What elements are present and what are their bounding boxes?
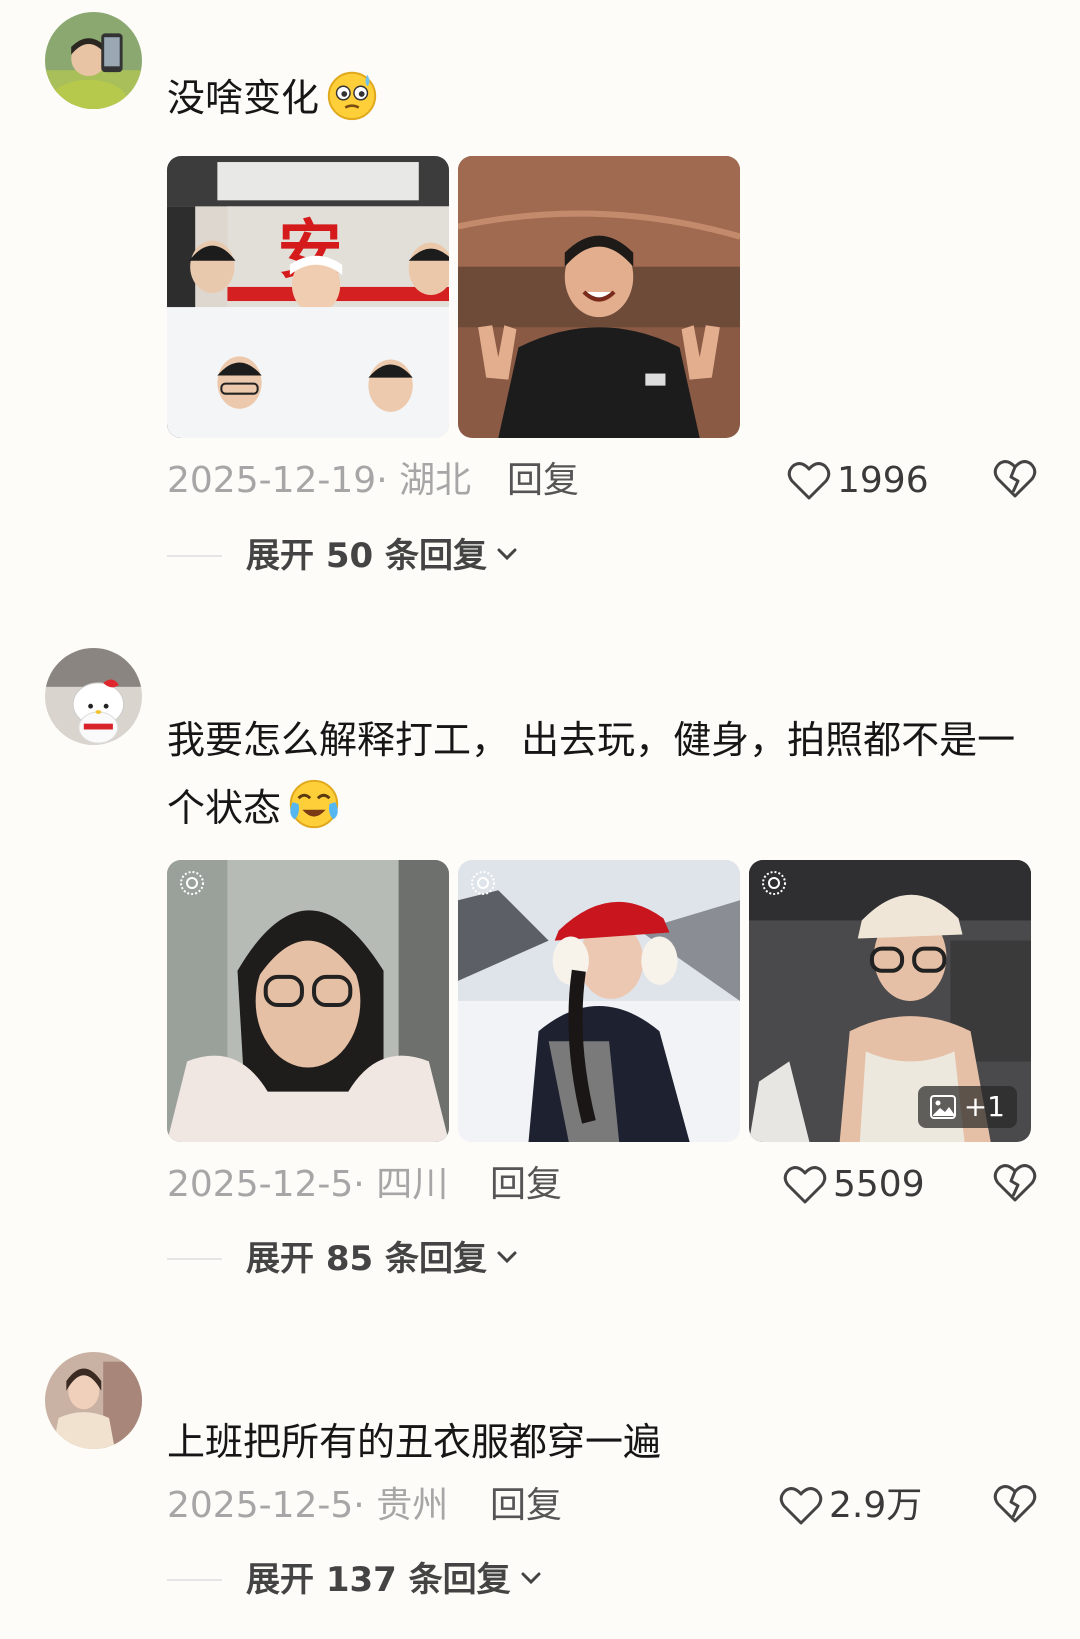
reply-button[interactable]: 回复 [490, 1160, 562, 1210]
chevron-down-icon [519, 1570, 543, 1590]
heart-icon [787, 461, 831, 501]
broken-heart-icon[interactable] [993, 459, 1037, 499]
expand-replies-label: 展开 85 条回复 [246, 1239, 487, 1279]
like-button[interactable]: 5509 [783, 1160, 925, 1210]
expand-replies-button[interactable]: 展开 50 条回复 [167, 531, 519, 581]
crying-laugh-emoji-icon [285, 775, 343, 833]
live-photo-icon [179, 870, 205, 896]
photo-thumbnail[interactable] [458, 156, 740, 438]
expand-replies-label: 展开 50 条回复 [246, 536, 487, 576]
comment-meta: 2025-12-5· 贵州 回复 2.9万 [167, 1481, 1037, 1531]
comment-date-location: 2025-12-19· 湖北 [167, 460, 472, 501]
reply-button[interactable]: 回复 [507, 456, 579, 506]
comment-date-location: 2025-12-5· 四川 [167, 1164, 449, 1205]
like-count: 5509 [833, 1164, 925, 1205]
image-icon [929, 1095, 956, 1119]
heart-icon [783, 1165, 827, 1205]
live-photo-icon [470, 870, 496, 896]
comment-date-location: 2025-12-5· 贵州 [167, 1485, 449, 1526]
comment-meta: 2025-12-5· 四川 回复 5509 [167, 1160, 1037, 1210]
photo-thumbnail[interactable] [167, 860, 449, 1142]
chevron-down-icon [495, 546, 519, 566]
more-photos-count: +1 [963, 1090, 1005, 1123]
divider [167, 555, 222, 557]
broken-heart-icon[interactable] [993, 1163, 1037, 1203]
divider [167, 1579, 222, 1581]
expand-replies-button[interactable]: 展开 137 条回复 [167, 1555, 543, 1605]
live-photo-icon [761, 870, 787, 896]
photo-thumbnail[interactable]: 安 [167, 156, 449, 438]
like-count: 1996 [837, 460, 929, 501]
avatar[interactable] [45, 648, 142, 745]
like-count: 2.9万 [829, 1485, 923, 1526]
chevron-down-icon [495, 1249, 519, 1269]
expand-replies-label: 展开 137 条回复 [246, 1560, 511, 1600]
broken-heart-icon[interactable] [993, 1484, 1037, 1524]
like-button[interactable]: 1996 [787, 456, 929, 506]
comment-text: 我要怎么解释打工， 出去玩，健身，拍照都不是一个状态 [167, 706, 1027, 842]
comment-text: 上班把所有的丑衣服都穿一遍 [167, 1420, 662, 1464]
like-button[interactable]: 2.9万 [779, 1481, 922, 1531]
avatar[interactable] [45, 1352, 142, 1449]
photo-thumbnail[interactable] [458, 860, 740, 1142]
expand-replies-button[interactable]: 展开 85 条回复 [167, 1234, 519, 1284]
divider [167, 1258, 222, 1260]
more-photos-badge: +1 [917, 1086, 1017, 1128]
reply-button[interactable]: 回复 [490, 1481, 562, 1531]
comment-meta: 2025-12-19· 湖北 回复 1996 [167, 456, 1037, 506]
photo-thumbnail[interactable]: +1 [749, 860, 1031, 1142]
heart-icon [779, 1486, 823, 1526]
avatar[interactable] [45, 12, 142, 109]
sweating-smile-emoji-icon [323, 65, 381, 123]
comment-text: 没啥变化 [167, 64, 1027, 132]
